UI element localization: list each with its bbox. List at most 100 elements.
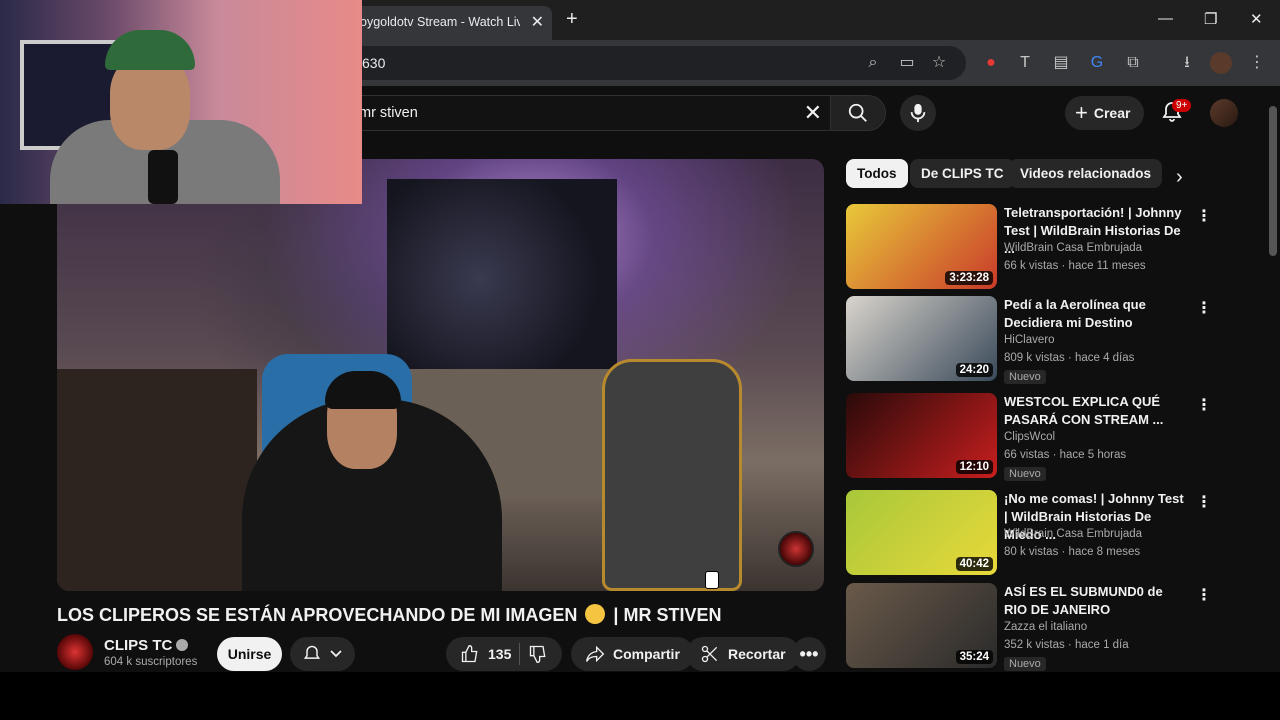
video-scene-shelf [57,369,257,591]
chip-related[interactable]: Videos relacionados [1009,159,1163,188]
share-button[interactable]: Compartir [571,637,694,671]
video-scene-hair [325,371,401,409]
close-window-icon[interactable]: ✕ [1250,10,1263,28]
verified-icon [176,639,189,651]
video-title-suffix: | MR STIVEN [613,605,722,625]
plus-icon: + [1075,100,1088,125]
like-icon[interactable] [460,644,480,664]
recommended-video-channel[interactable]: WildBrain Casa Embrujada [1004,242,1142,254]
video-thumbnail[interactable]: 40:42 [846,490,997,575]
extension-icon[interactable]: ● [980,52,1002,74]
video-duration: 3:23:28 [945,271,993,285]
video-player[interactable] [57,159,824,591]
browser-menu-icon[interactable]: ⋮ [1246,52,1268,74]
subscription-bell-button[interactable] [290,637,355,671]
like-dislike-group: 135 [446,637,563,671]
clip-button[interactable]: Recortar [686,637,800,671]
recommended-video-meta: 352 k vistas · hace 1 día [1004,639,1129,651]
video-thumbnail[interactable]: 35:24 [846,583,997,668]
new-tab-icon[interactable]: + [566,8,578,31]
scrollbar[interactable] [1266,86,1280,672]
like-count[interactable]: 135 [488,646,511,662]
join-button[interactable]: Unirse [217,637,282,671]
download-icon[interactable]: ⭳ [1176,52,1198,74]
mouse-cursor [705,571,719,589]
chip-from-channel[interactable]: De CLIPS TC [910,159,1015,188]
recommended-video-title[interactable]: Pedí a la Aerolínea que Decidiera mi Des… [1004,296,1184,332]
more-vertical-icon[interactable]: ⋮ [1196,585,1212,605]
video-duration: 35:24 [955,650,993,664]
more-vertical-icon[interactable]: ⋮ [1196,395,1212,415]
video-duration: 24:20 [955,363,993,377]
search-icon [848,103,867,122]
create-label: Crear [1093,105,1131,121]
voice-search-button[interactable] [900,95,936,131]
recommended-video[interactable]: 3:23:28 Teletransportación! | Johnny Test… [846,204,1246,290]
recommended-video[interactable]: 12:10 WESTCOL EXPLICA QUÉ PASARÁ CON STRE… [846,393,1246,481]
video-title: LOS CLIPEROS SE ESTÁN APROVECHANDO DE MI… [57,604,721,626]
search-box[interactable]: mr stiven ✕ [330,95,830,131]
zoom-icon[interactable]: ⌕ [862,52,884,74]
more-vertical-icon[interactable]: ⋮ [1196,206,1212,226]
extensions-puzzle-icon[interactable]: ⧉ [1122,52,1144,74]
tab-title: oygoldotv Stream - Watch Live [360,15,520,29]
microphone-icon [910,103,926,123]
cast-icon[interactable]: ▤ [1050,52,1072,74]
browser-tab[interactable]: oygoldotv Stream - Watch Live ✕ [352,6,552,40]
recommended-video-channel[interactable]: Zazza el italiano [1004,621,1087,633]
close-tab-icon[interactable]: ✕ [531,12,544,32]
recommended-video[interactable]: 35:24 ASÍ ES EL SUBMUND0 de RIO DE JANEIR… [846,583,1246,671]
recommended-video-channel[interactable]: ClipsWcol [1004,431,1055,443]
minimize-icon[interactable]: — [1158,10,1173,27]
restore-icon[interactable]: ❐ [1204,10,1217,28]
search-input[interactable]: mr stiven [359,105,418,121]
video-title-text: LOS CLIPEROS SE ESTÁN APROVECHANDO DE MI… [57,605,578,625]
chevron-down-icon [330,650,342,658]
subscriber-count: 604 k suscriptores [104,656,198,668]
translate-extension-icon[interactable]: T [1014,52,1036,74]
search-button[interactable] [830,95,886,131]
channel-name-text[interactable]: CLIPS TC [104,637,172,654]
more-vertical-icon[interactable]: ⋮ [1196,298,1212,318]
video-scene-chair-right [602,359,742,591]
create-button[interactable]: + Crear [1065,96,1145,130]
share-icon [586,645,605,663]
recommended-video-meta: 809 k vistas · hace 4 días [1004,352,1135,364]
profile-avatar[interactable] [1210,52,1232,74]
google-translate-icon[interactable]: G [1086,52,1108,74]
recommended-video-channel[interactable]: WildBrain Casa Embrujada [1004,528,1142,540]
new-badge: Nuevo [1004,467,1046,481]
more-actions-button[interactable]: ••• [792,637,826,671]
channel-avatar[interactable] [57,634,93,670]
video-thumbnail[interactable]: 3:23:28 [846,204,997,289]
bookmark-star-icon[interactable]: ☆ [928,52,950,74]
like-separator [519,643,521,665]
recommended-video-meta: 66 vistas · hace 5 horas [1004,449,1127,461]
clear-search-icon[interactable]: ✕ [804,100,822,126]
more-horizontal-icon: ••• [799,643,819,664]
dislike-icon[interactable] [528,644,548,664]
emoji-icon [585,604,606,624]
recommended-video-meta: 80 k vistas · hace 8 meses [1004,546,1141,558]
video-thumbnail[interactable]: 24:20 [846,296,997,381]
install-app-icon[interactable]: ▭ [896,52,918,74]
clip-label: Recortar [728,646,786,662]
recommended-video-title[interactable]: WESTCOL EXPLICA QUÉ PASARÁ CON STREAM ..… [1004,393,1184,429]
account-avatar[interactable] [1210,99,1238,127]
chevron-right-icon[interactable]: › [1176,166,1183,189]
address-bar[interactable]: 630 ⌕ ▭ ☆ [300,46,966,80]
video-thumbnail[interactable]: 12:10 [846,393,997,478]
channel-watermark[interactable] [778,531,814,567]
recommended-video-channel[interactable]: HiClavero [1004,334,1055,346]
recommended-video-title[interactable]: ASÍ ES EL SUBMUND0 de RIO DE JANEIRO [1004,583,1184,619]
new-badge: Nuevo [1004,657,1046,671]
recommended-video[interactable]: 24:20 Pedí a la Aerolínea que Decidiera m… [846,296,1246,384]
channel-name[interactable]: CLIPS TC [104,637,189,654]
more-vertical-icon[interactable]: ⋮ [1196,492,1212,512]
video-duration: 12:10 [955,460,993,474]
share-label: Compartir [613,646,680,662]
recommended-video[interactable]: 40:42 ¡No me comas! | Johnny Test | WildB… [846,490,1246,576]
scissors-icon [701,645,718,663]
scrollbar-thumb[interactable] [1269,106,1277,256]
chip-all[interactable]: Todos [846,159,908,188]
